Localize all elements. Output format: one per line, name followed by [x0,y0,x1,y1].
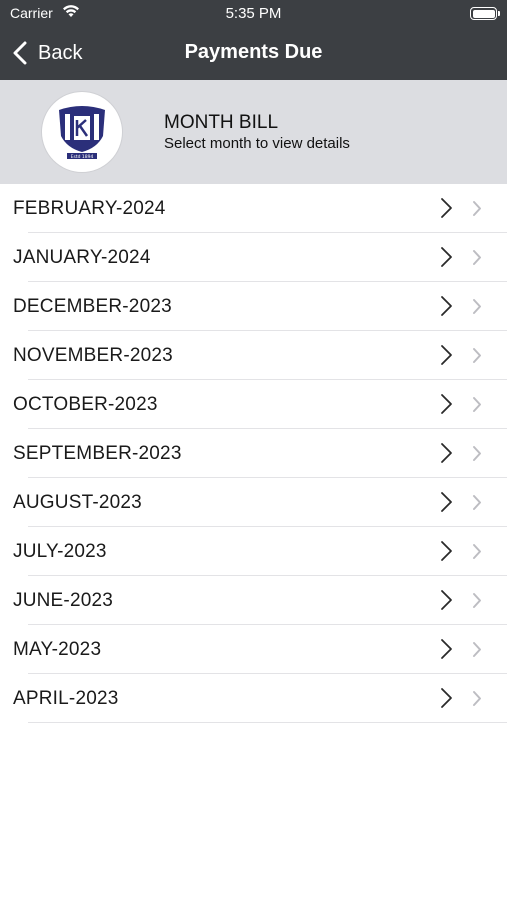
list-item[interactable]: APRIL-2023 [0,674,507,723]
month-label: AUGUST-2023 [13,492,142,513]
chevron-right-icon [441,247,452,267]
chevron-right-icon [441,492,452,512]
logo-text: Estd 1894 [71,154,94,160]
disclosure-indicator-icon [473,397,481,412]
disclosure-indicator-icon [473,250,481,265]
chevron-right-icon [441,345,452,365]
month-label: APRIL-2023 [13,688,119,709]
month-label: DECEMBER-2023 [13,296,172,317]
crest-icon: Estd 1894 [59,106,105,160]
school-logo: Estd 1894 [42,92,122,172]
month-label: OCTOBER-2023 [13,394,158,415]
list-item[interactable]: JULY-2023 [0,527,507,576]
chevron-right-icon [441,296,452,316]
disclosure-indicator-icon [473,593,481,608]
disclosure-indicator-icon [473,544,481,559]
status-time: 5:35 PM [225,5,282,22]
list-item[interactable]: AUGUST-2023 [0,478,507,527]
disclosure-indicator-icon [473,446,481,461]
list-item[interactable]: MAY-2023 [0,625,507,674]
chevron-right-icon [441,198,452,218]
chevron-right-icon [441,443,452,463]
chevron-right-icon [441,639,452,659]
disclosure-indicator-icon [473,691,481,706]
chevron-right-icon [441,394,452,414]
month-label: JUNE-2023 [13,590,114,611]
bill-header: Estd 1894 MONTH BILL Select month to vie… [0,80,507,184]
list-item[interactable]: DECEMBER-2023 [0,282,507,331]
list-item[interactable]: FEBRUARY-2024 [0,184,507,233]
top-bar: Carrier 5:35 PM Back Payments Due [0,0,507,80]
month-list: FEBRUARY-2024 JANUARY-2024 DECEMBER-2023 NO… [0,184,507,723]
page-title: Payments Due [184,41,323,63]
chevron-right-icon [441,688,452,708]
section-title: MONTH BILL [164,112,279,133]
disclosure-indicator-icon [473,642,481,657]
month-label: MAY-2023 [13,639,102,660]
section-subtitle: Select month to view details [164,135,350,152]
list-item[interactable]: JUNE-2023 [0,576,507,625]
chevron-right-icon [441,541,452,561]
month-label: NOVEMBER-2023 [13,345,173,366]
list-item[interactable]: OCTOBER-2023 [0,380,507,429]
list-item[interactable]: NOVEMBER-2023 [0,331,507,380]
list-item[interactable]: SEPTEMBER-2023 [0,429,507,478]
list-item[interactable]: JANUARY-2024 [0,233,507,282]
month-label: FEBRUARY-2024 [13,198,166,219]
navigation-bar: Back Payments Due [0,28,507,80]
battery-icon [470,7,500,20]
disclosure-indicator-icon [473,348,481,363]
chevron-right-icon [441,590,452,610]
month-label: JANUARY-2024 [13,247,151,268]
month-label: JULY-2023 [13,541,107,562]
disclosure-indicator-icon [473,201,481,216]
disclosure-indicator-icon [473,495,481,510]
month-label: SEPTEMBER-2023 [13,443,182,464]
status-bar: Carrier 5:35 PM [0,0,507,28]
disclosure-indicator-icon [473,299,481,314]
